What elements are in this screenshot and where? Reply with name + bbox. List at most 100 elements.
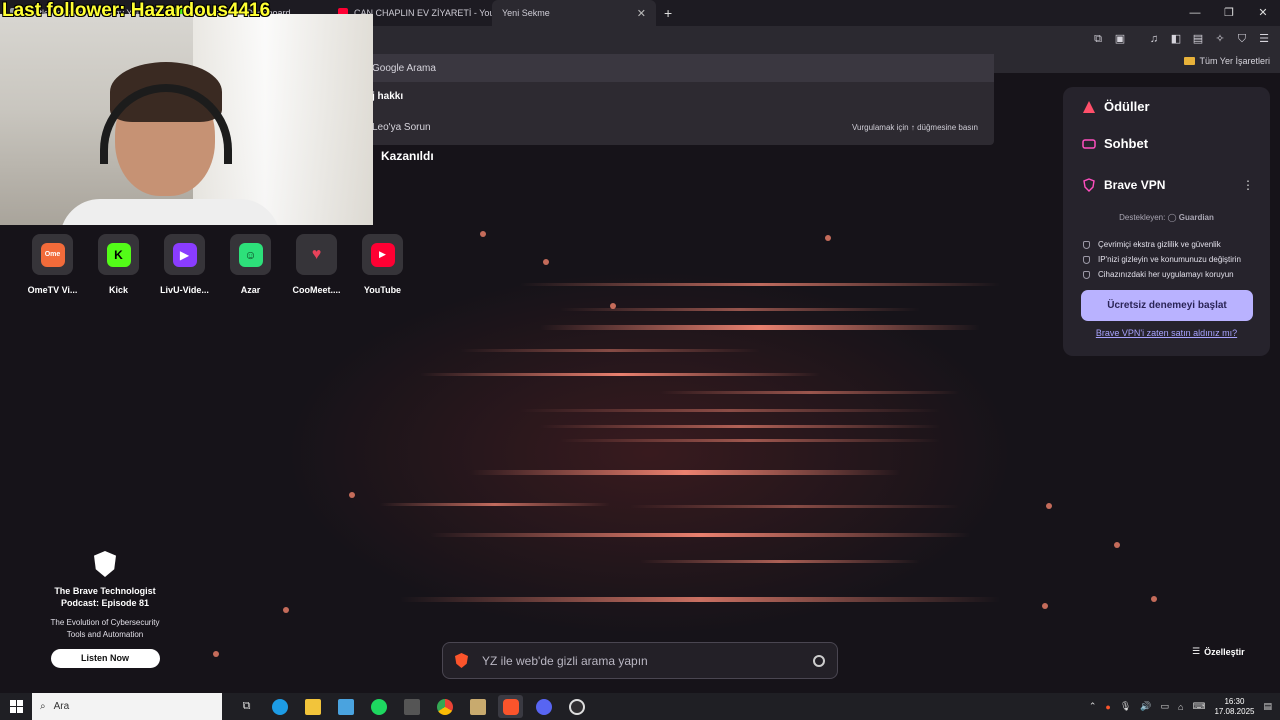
listen-now-button[interactable]: Listen Now (50, 649, 160, 668)
extensions-icon[interactable]: ⧉ (1090, 31, 1106, 47)
feature-text: IP'nizi gizleyin ve konumunuzu değiştiri… (1098, 255, 1241, 264)
vpn-title: Brave VPN (1104, 178, 1166, 192)
toolbar-icons: ⧉ ▣ ♫ ◧ ▤ ✧ ⛉ ☰ (1090, 31, 1272, 47)
microphone-icon[interactable]: 🎙 (1120, 701, 1131, 712)
customize-button[interactable]: ☰ Özelleştir (1192, 646, 1245, 657)
minimize-button[interactable]: — (1178, 0, 1212, 26)
taskbar-search[interactable]: ⌕ Ara (32, 693, 222, 720)
screenshot-icon[interactable]: ▣ (1112, 31, 1128, 47)
shortcut-coomeet[interactable]: ♥ CooMeet.... (290, 234, 343, 295)
restore-button[interactable]: ❐ (1212, 0, 1246, 26)
system-tray: ⌃ ● 🎙 🔊 ▭ ⌂ ⌨ 16:30 17.08.2025 ▤ (1089, 693, 1272, 720)
vpn-shield-icon[interactable]: ⛉ (1234, 31, 1250, 47)
background-streak (560, 439, 940, 442)
folder-icon (304, 698, 321, 715)
tab-title: CAN CHAPLIN EV ZİYARETİ - YouTube (354, 8, 492, 18)
livu-icon: ▶ (172, 242, 197, 267)
notifications-icon[interactable]: ▤ (1263, 701, 1272, 712)
task-view-button[interactable]: ⧉ (234, 695, 259, 718)
shortcut-label: Azar (240, 285, 261, 295)
network-icon[interactable]: ⌂ (1178, 702, 1183, 712)
shortcut-livu[interactable]: ▶ LivU-Vide... (158, 234, 211, 295)
last-follower-overlay: Last follower: Hazardous4416 (2, 0, 271, 21)
more-options-icon[interactable]: ⋮ (1242, 178, 1254, 192)
all-bookmarks-button[interactable]: Tüm Yer İşaretleri (1184, 56, 1270, 66)
background-particle (610, 303, 616, 309)
vpn-shield-icon (1083, 178, 1095, 192)
rewards-widget[interactable]: Ödüller (1082, 99, 1150, 114)
background-particle (480, 231, 486, 237)
clock-time: 16:30 (1224, 696, 1245, 706)
suggestion-query[interactable]: j hakkı (360, 82, 994, 110)
tab-active[interactable]: Yeni Sekme ✕ (492, 0, 656, 26)
window-controls: — ❐ ✕ (1178, 0, 1280, 26)
chat-widget[interactable]: Sohbet (1082, 136, 1148, 151)
music-icon[interactable]: ♫ (1146, 31, 1162, 47)
taskbar-app-spotify[interactable] (366, 695, 391, 718)
shield-check-icon (1083, 240, 1090, 249)
spotify-icon (370, 698, 387, 715)
taskbar-app-discord[interactable] (531, 695, 556, 718)
leo-ai-icon[interactable]: ✧ (1212, 31, 1228, 47)
shortcut-label: CooMeet.... (292, 285, 341, 295)
clock-date: 17.08.2025 (1214, 706, 1255, 716)
discord-icon (535, 698, 552, 715)
taskbar-clock[interactable]: 16:30 17.08.2025 (1214, 697, 1254, 717)
shortcut-kick[interactable]: K Kick (92, 234, 145, 295)
suggestion-google-search[interactable]: Google Arama (360, 54, 994, 82)
chat-icon (1082, 138, 1096, 149)
shortcut-azar[interactable]: ☺ Azar (224, 234, 277, 295)
background-streak (660, 391, 960, 394)
guardian-logo-icon: ◯ (1167, 213, 1177, 222)
sidebar-icon[interactable]: ◧ (1168, 31, 1184, 47)
shortcut-youtube[interactable]: ▶ YouTube (356, 234, 409, 295)
list-item: IP'nizi gizleyin ve konumunuzu değiştiri… (1083, 252, 1241, 267)
menu-icon[interactable]: ☰ (1256, 31, 1272, 47)
feature-text: Cihazınızdaki her uygulamayı koruyun (1098, 270, 1234, 279)
kick-icon: K (106, 242, 131, 267)
suggestion-hint: Vurgulamak için ↑ düğmesine basın (852, 123, 978, 132)
suggestion-ask-leo[interactable]: Leo'ya Sorun Vurgulamak için ↑ düğmesine… (360, 110, 994, 145)
battery-icon[interactable]: ▭ (1160, 701, 1169, 712)
taskbar-app-edge[interactable] (267, 695, 292, 718)
taskbar-search-label: Ara (53, 701, 70, 712)
tray-app-icon[interactable]: ● (1105, 702, 1110, 712)
vpn-start-trial-button[interactable]: Ücretsiz denemeyi başlat (1081, 290, 1253, 321)
chevron-up-icon[interactable]: ⌃ (1089, 701, 1097, 712)
shortcut-tile: K (98, 234, 139, 275)
background-streak (400, 597, 1000, 602)
suggestion-text: Google Arama (372, 62, 436, 74)
volume-icon[interactable]: 🔊 (1140, 701, 1151, 712)
search-input[interactable] (482, 653, 813, 668)
taskbar-app-chrome[interactable] (432, 695, 457, 718)
search-icon[interactable] (813, 654, 825, 667)
taskbar-app-obs[interactable] (564, 695, 589, 718)
shortcut-ometv[interactable]: Ome OmeTV Vi... (26, 234, 79, 295)
wallet-icon[interactable]: ▤ (1190, 31, 1206, 47)
background-particle (283, 607, 289, 613)
chrome-icon (436, 698, 453, 715)
background-streak (520, 409, 940, 412)
taskbar-app-explorer[interactable] (300, 695, 325, 718)
background-streak (540, 425, 940, 428)
new-tab-button[interactable]: + (656, 5, 680, 21)
vpn-already-purchased-link[interactable]: Brave VPN'i zaten satın aldınız mı? (1063, 328, 1270, 338)
taskbar: ⌕ Ara ⧉ ⌃ ● 🎙 🔊 ▭ ⌂ ⌨ 16:30 17.08.2025 ▤ (0, 693, 1280, 720)
task-view-icon: ⧉ (242, 700, 251, 712)
close-tab-icon[interactable]: ✕ (637, 7, 646, 20)
start-button[interactable] (0, 693, 32, 720)
rewards-label: Ödüller (1104, 99, 1150, 114)
taskbar-app-brave[interactable] (498, 695, 523, 718)
close-window-button[interactable]: ✕ (1246, 0, 1280, 26)
taskbar-app-photos[interactable] (333, 695, 358, 718)
shield-check-icon (1083, 270, 1090, 279)
shortcut-tile: ☺ (230, 234, 271, 275)
shortcut-tile: ♥ (296, 234, 337, 275)
language-icon[interactable]: ⌨ (1192, 701, 1205, 712)
taskbar-app-calculator[interactable] (399, 695, 424, 718)
taskbar-app-league[interactable] (465, 695, 490, 718)
taskbar-apps: ⧉ (234, 695, 589, 718)
background-particle (213, 651, 219, 657)
customize-label: Özelleştir (1204, 646, 1245, 657)
brave-logo-icon (455, 653, 468, 668)
